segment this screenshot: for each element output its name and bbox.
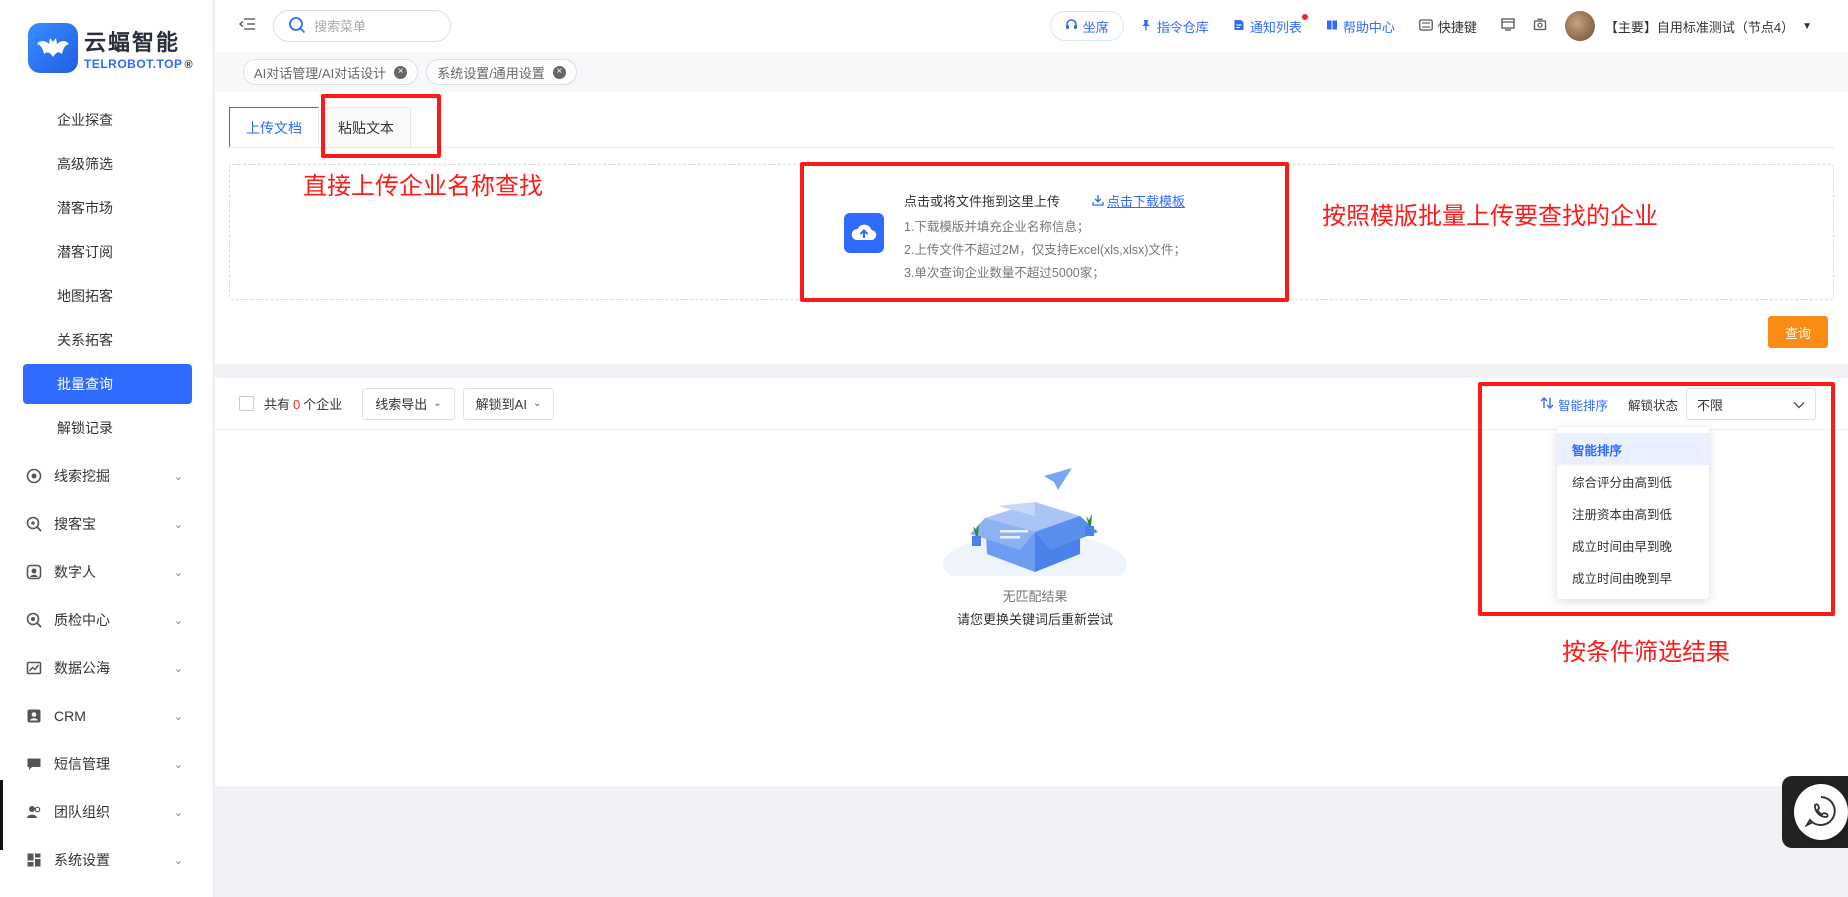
empty-hint: 请您更换关键词后重新尝试 [956, 612, 1113, 627]
account-switcher[interactable]: 【主要】自用标准测试（节点4） [1605, 17, 1794, 36]
sidebar-group-data-pool[interactable]: 数据公海 ⌄ [0, 644, 213, 692]
export-leads-button[interactable]: 线索导出 ⌄ [362, 387, 455, 420]
search-plus-icon [26, 516, 42, 532]
logo-english-name: TELROBOT.TOP ® [84, 57, 194, 71]
sidebar-item-company-explore[interactable]: 企业探查 [23, 100, 192, 140]
notification-list-link[interactable]: 通知列表 [1233, 13, 1308, 36]
contact-card-icon [26, 708, 42, 724]
command-library-link[interactable]: 指令仓库 [1140, 17, 1209, 36]
window-edge [0, 780, 3, 850]
tag-ai-dialog-design[interactable]: AI对话管理/AI对话设计 × [243, 59, 419, 85]
screenshot-icon[interactable] [1533, 18, 1547, 34]
unread-dot [1301, 13, 1308, 20]
chevron-down-icon: ⌄ [173, 662, 183, 675]
sidebar-group-lead-mining[interactable]: 线索挖掘 ⌄ [0, 452, 213, 500]
unlock-to-ai-button[interactable]: 解锁到AI ⌄ [462, 387, 555, 420]
help-center-link[interactable]: 帮助中心 [1326, 17, 1395, 36]
menu-fold-icon[interactable] [238, 17, 255, 36]
message-icon [26, 756, 42, 772]
menu-search-input[interactable] [314, 18, 434, 34]
chevron-down-icon: ⌄ [173, 470, 183, 483]
annotation-filter: 按条件筛选结果 [1562, 639, 1730, 666]
headset-icon [1065, 18, 1078, 34]
select-all-checkbox[interactable] [239, 396, 254, 411]
keyboard-icon [1418, 18, 1433, 34]
top-header: 坐席 指令仓库 通知列表 帮助中心 快捷键 【主要】自用标准测试（节点4） ▼ [215, 0, 1848, 52]
annotation-box-paste-tab [321, 94, 441, 158]
chevron-down-icon: ⌄ [173, 806, 183, 819]
lead-mining-icon [26, 468, 42, 484]
team-icon [26, 804, 42, 820]
chevron-down-icon: ⌄ [532, 398, 542, 409]
chart-icon [26, 660, 42, 676]
digital-human-icon [26, 564, 42, 580]
empty-box-illustration [940, 466, 1130, 594]
notification-icon [1233, 19, 1245, 34]
sidebar-group-system-settings[interactable]: 系统设置 ⌄ [0, 836, 213, 884]
annotation-box-dropzone [800, 162, 1289, 302]
sidebar-group-sms[interactable]: 短信管理 ⌄ [0, 740, 213, 788]
annotation-template-upload: 按照模版批量上传要查找的企业 [1322, 203, 1658, 230]
chevron-down-icon: ⌄ [433, 398, 442, 409]
chevron-down-icon: ⌄ [173, 518, 183, 531]
sidebar-group-digital-human[interactable]: 数字人 ⌄ [0, 548, 213, 596]
chevron-down-icon: ⌄ [173, 710, 183, 723]
result-count: 共有 0 个企业 [264, 397, 343, 412]
tag-general-settings[interactable]: 系统设置/通用设置 × [426, 59, 577, 85]
sidebar-item-unlock-records[interactable]: 解锁记录 [23, 408, 192, 448]
sidebar-item-relation-prospecting[interactable]: 关系拓客 [23, 320, 192, 360]
sidebar-item-prospect-subscription[interactable]: 潜客订阅 [23, 232, 192, 272]
annotation-paste-text: 直接上传企业名称查找 [303, 173, 543, 200]
chevron-down-icon: ⌄ [173, 758, 183, 771]
sidebar: 云蝠智能 TELROBOT.TOP ® 企业探查 高级筛选 潜客市场 潜客订阅 地… [0, 0, 214, 897]
chevron-down-icon: ⌄ [173, 566, 183, 579]
book-icon [1326, 19, 1338, 34]
logo-chinese-name: 云蝠智能 [84, 30, 181, 55]
empty-state: 无匹配结果 请您更换关键词后重新尝试 [935, 466, 1135, 628]
sidebar-group-team[interactable]: 团队组织 ⌄ [0, 788, 213, 836]
avatar[interactable] [1564, 11, 1595, 41]
sidebar-group-quality-center[interactable]: 质检中心 ⌄ [0, 596, 213, 644]
chevron-down-icon: ⌄ [173, 614, 183, 627]
caret-down-icon[interactable]: ▼ [1802, 21, 1812, 32]
annotation-box-filter [1478, 382, 1835, 616]
pin-icon [1140, 19, 1152, 34]
chevron-down-icon: ⌄ [173, 854, 183, 867]
grid-icon [26, 852, 42, 868]
sidebar-item-map-prospecting[interactable]: 地图拓客 [23, 276, 192, 316]
empty-title: 无匹配结果 [1002, 589, 1068, 604]
logo[interactable]: 云蝠智能 TELROBOT.TOP ® [0, 0, 213, 96]
search-icon [288, 16, 306, 37]
quality-check-icon [26, 612, 42, 628]
query-button[interactable]: 查询 [1768, 316, 1828, 348]
shortcut-link[interactable]: 快捷键 [1418, 17, 1477, 36]
customer-service-button[interactable] [1794, 784, 1848, 840]
sidebar-item-batch-query[interactable]: 批量查询 [23, 364, 192, 404]
sidebar-group-search-customer[interactable]: 搜客宝 ⌄ [0, 500, 213, 548]
sidebar-item-advanced-filter[interactable]: 高级筛选 [23, 144, 192, 184]
bat-logo-icon [28, 23, 78, 73]
sidebar-group-crm[interactable]: CRM ⌄ [0, 692, 213, 740]
menu-search[interactable] [273, 10, 451, 42]
upload-tabs: 上传文档 粘贴文本 [229, 107, 1834, 148]
tab-upload-document[interactable]: 上传文档 [229, 107, 319, 147]
phone-chat-icon [1804, 794, 1838, 831]
visited-tags-bar: AI对话管理/AI对话设计 × 系统设置/通用设置 × [215, 52, 1848, 92]
close-icon[interactable]: × [394, 65, 408, 79]
seat-button[interactable]: 坐席 [1049, 11, 1124, 41]
close-icon[interactable]: × [552, 65, 566, 79]
screen-icon[interactable] [1501, 18, 1515, 34]
sidebar-item-prospect-market[interactable]: 潜客市场 [23, 188, 192, 228]
